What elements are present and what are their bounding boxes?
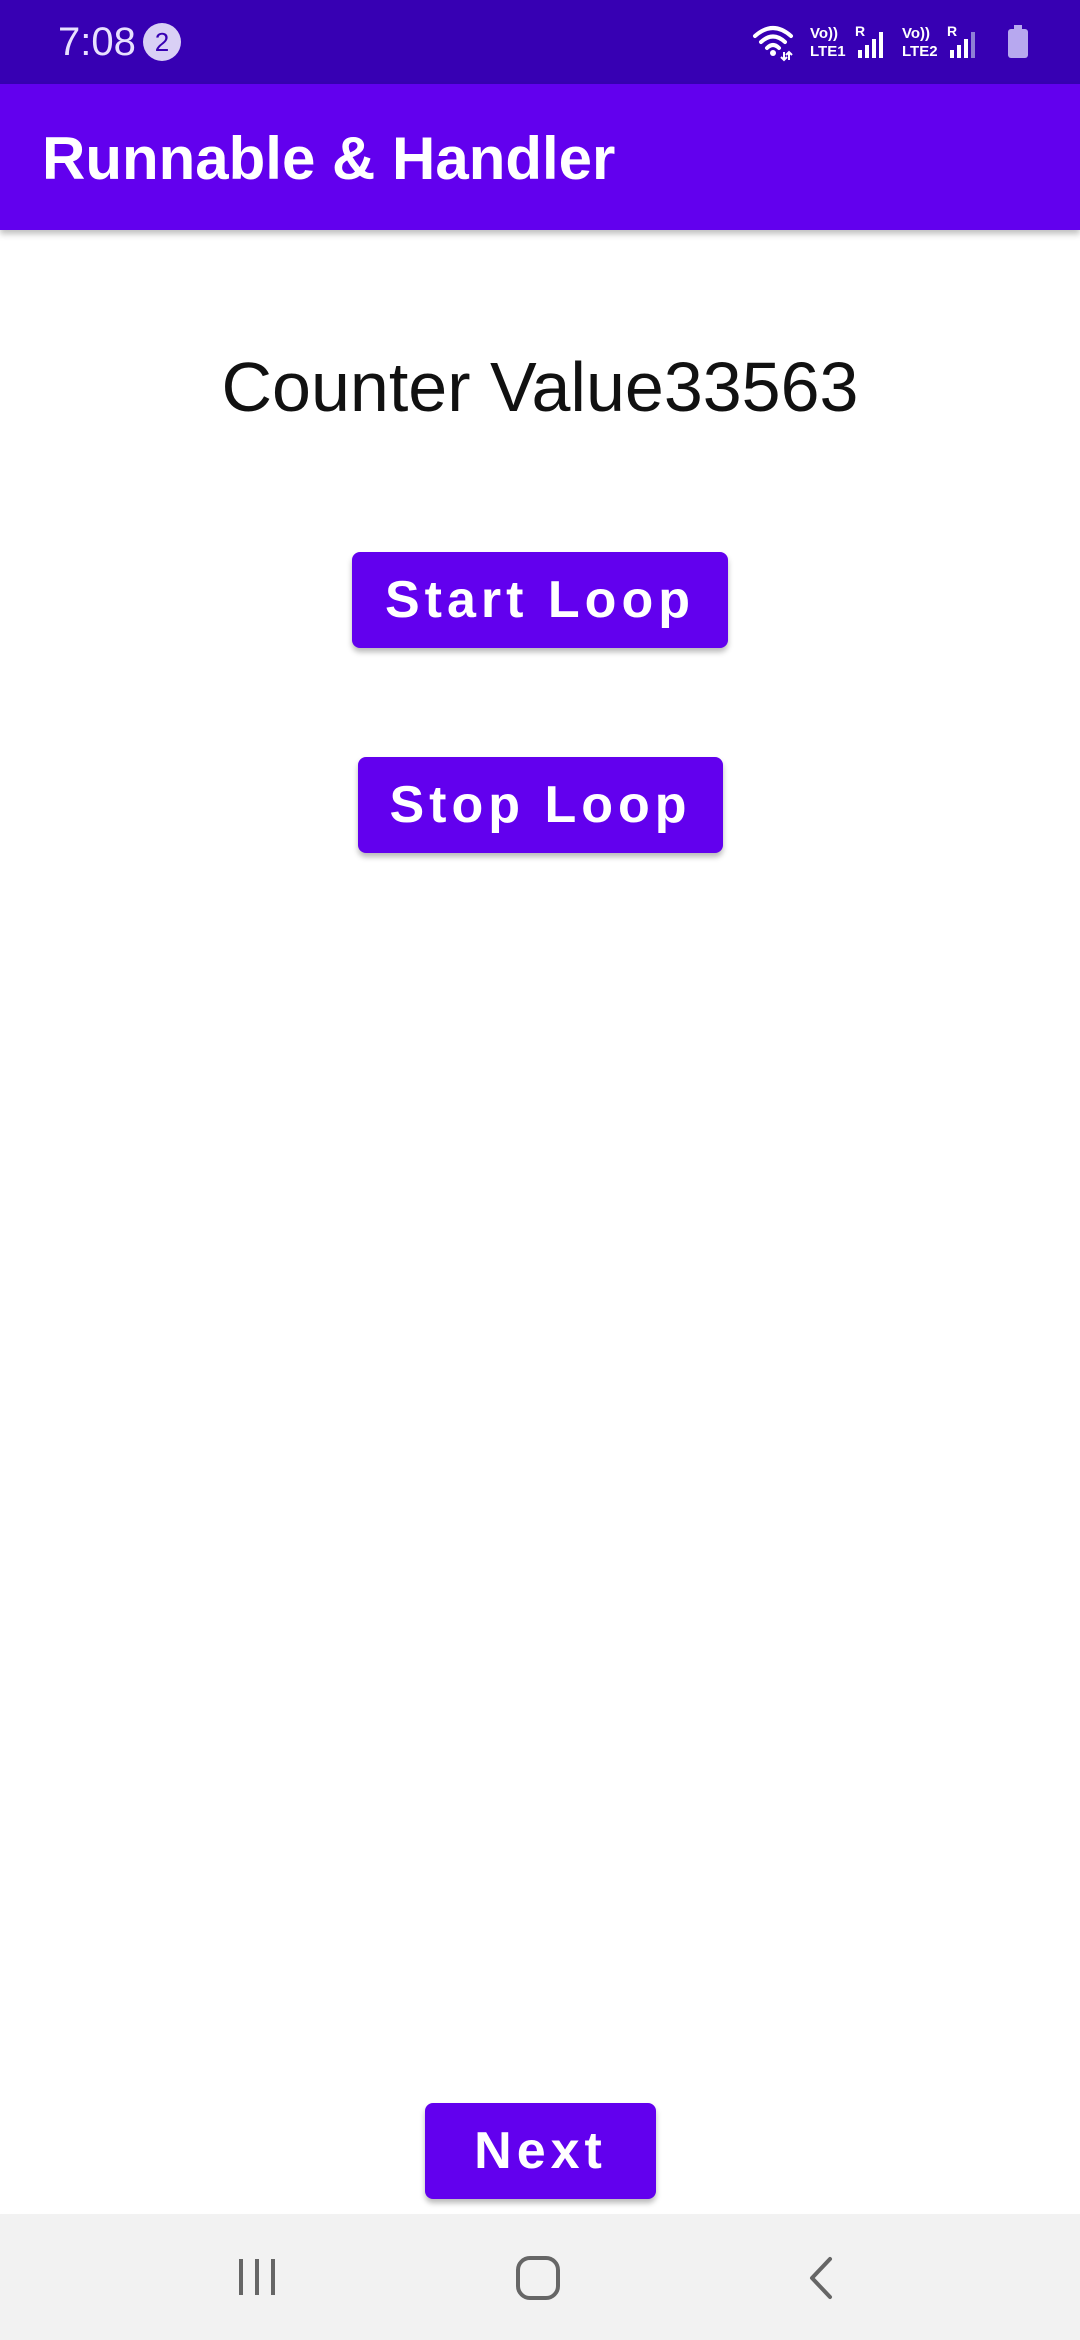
wifi-icon: [752, 22, 794, 62]
signal-sim1-icon: Vo)) LTE1 R: [808, 22, 888, 62]
svg-text:Vo)): Vo)): [902, 25, 930, 42]
notification-count-badge: 2: [143, 23, 181, 61]
svg-text:Vo)): Vo)): [810, 25, 838, 42]
app-title: Runnable & Handler: [42, 125, 616, 192]
app-bar: Runnable & Handler: [0, 84, 1080, 230]
stop-loop-button[interactable]: Stop Loop: [358, 757, 723, 853]
status-icons: Vo)) LTE1 R Vo)) LTE2 R: [752, 20, 1030, 64]
back-icon[interactable]: [804, 2254, 836, 2307]
home-icon[interactable]: [514, 2254, 562, 2307]
status-time: 7:08: [58, 20, 136, 64]
counter-value-text: Counter Value33563: [221, 348, 859, 426]
svg-text:R: R: [947, 23, 957, 39]
svg-text:LTE2: LTE2: [902, 43, 938, 60]
status-bar: 7:08 2 Vo)) LTE1 R Vo)) LTE2 R: [0, 0, 1080, 84]
battery-icon: [1006, 24, 1030, 60]
signal-sim2-icon: Vo)) LTE2 R: [900, 22, 980, 62]
navigation-bar: [0, 2214, 1080, 2340]
recents-icon[interactable]: [236, 2256, 278, 2303]
next-button[interactable]: Next: [425, 2103, 656, 2199]
start-loop-button[interactable]: Start Loop: [352, 552, 728, 648]
svg-text:R: R: [855, 23, 865, 39]
svg-text:LTE1: LTE1: [810, 43, 846, 60]
